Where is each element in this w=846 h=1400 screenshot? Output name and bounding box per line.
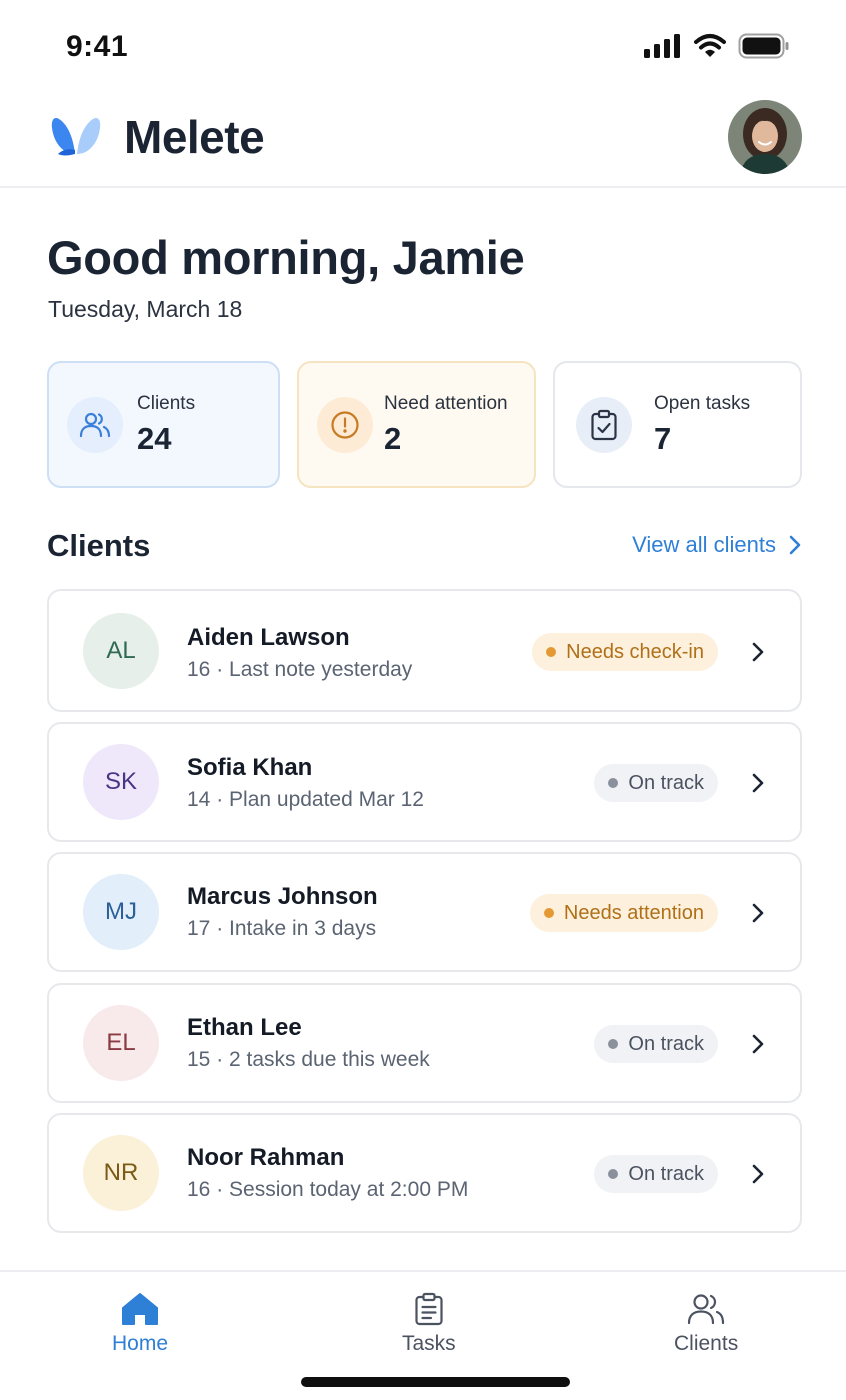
users-icon: [79, 412, 111, 438]
status-label: Needs attention: [563, 901, 704, 924]
clipboard-icon: [415, 1292, 443, 1326]
stat-value: 7: [654, 421, 672, 456]
date-label: Tuesday, March 18: [48, 296, 243, 322]
stat-label: Clients: [137, 393, 196, 414]
client-card[interactable]: MJ Marcus Johnson 17 · Intake in 3 days …: [47, 852, 802, 972]
status-badge: On track: [594, 1025, 718, 1063]
stat-card-need-attention[interactable]: Need attention 2: [297, 361, 536, 488]
stat-card-open-tasks[interactable]: Open tasks 7: [553, 361, 802, 488]
stat-label: Need attention: [384, 393, 508, 414]
view-all-label: View all clients: [632, 532, 776, 557]
client-name: Sofia Khan: [187, 754, 313, 781]
status-label: On track: [628, 1032, 704, 1055]
status-badge: On track: [594, 1155, 718, 1193]
stat-card-clients[interactable]: Clients 24: [47, 361, 280, 488]
status-bar: 9:41: [0, 0, 846, 92]
chevron-right-icon: [752, 1164, 764, 1184]
status-label: On track: [628, 1162, 704, 1185]
status-dot: [543, 908, 554, 918]
stat-icon-wrap: [576, 397, 632, 453]
chevron-right-icon: [752, 903, 764, 923]
status-badge: Needs check-in: [532, 633, 718, 671]
section-title: Clients: [47, 528, 151, 563]
page-title: Good morning, Jamie: [47, 231, 525, 284]
status-label: Needs check-in: [566, 640, 704, 663]
nav-item-tasks[interactable]: Tasks: [402, 1292, 456, 1356]
client-name: Aiden Lawson: [187, 624, 350, 651]
client-meta: 17 · Intake in 3 days: [187, 917, 377, 940]
client-card[interactable]: EL Ethan Lee 15 · 2 tasks due this week …: [47, 983, 802, 1103]
status-icons: [644, 33, 790, 59]
status-badge: On track: [594, 764, 718, 802]
client-initials-avatar: MJ: [83, 874, 159, 950]
client-meta: 16 · Session today at 2:00 PM: [187, 1178, 469, 1201]
home-icon: [122, 1293, 159, 1325]
stat-label: Open tasks: [654, 393, 751, 414]
chevron-right-icon: [789, 535, 801, 555]
chevron-right-icon: [752, 1034, 764, 1054]
app-title: Melete: [124, 111, 265, 163]
battery-icon: [738, 33, 789, 59]
client-name: Marcus Johnson: [187, 883, 378, 910]
status-time: 9:41: [66, 30, 129, 63]
client-initials-avatar: SK: [83, 744, 159, 820]
stat-icon-wrap: [317, 397, 373, 453]
cellular-signal-icon: [644, 34, 680, 58]
nav-label: Home: [112, 1332, 169, 1355]
client-card[interactable]: AL Aiden Lawson 16 · Last note yesterday…: [47, 589, 802, 712]
home-indicator: [301, 1377, 570, 1387]
wifi-icon: [694, 34, 726, 57]
butterfly-logo-icon: [51, 118, 101, 156]
client-name: Noor Rahman: [187, 1144, 345, 1171]
stat-value: 24: [137, 421, 172, 456]
avatar[interactable]: [728, 100, 802, 174]
nav-item-clients[interactable]: Clients: [674, 1292, 738, 1356]
nav-label: Clients: [674, 1332, 739, 1355]
status-label: On track: [628, 771, 704, 794]
client-initials-avatar: NR: [83, 1135, 159, 1211]
alert-circle-icon: [331, 411, 359, 439]
app-header: Melete: [0, 92, 846, 188]
client-initials-avatar: AL: [83, 613, 159, 689]
client-initials-avatar: EL: [83, 1005, 159, 1081]
client-meta: 16 · Last note yesterday: [187, 658, 413, 681]
status-dot: [608, 1039, 619, 1049]
nav-item-home[interactable]: Home: [112, 1292, 168, 1356]
users-icon: [687, 1294, 725, 1325]
nav-label: Tasks: [402, 1332, 456, 1355]
status-dot: [546, 647, 557, 657]
user-photo-icon: [728, 100, 802, 174]
clipboard-check-icon: [591, 409, 617, 441]
status-dot: [608, 1169, 619, 1179]
chevron-right-icon: [752, 773, 764, 793]
client-meta: 15 · 2 tasks due this week: [187, 1048, 430, 1071]
client-card[interactable]: SK Sofia Khan 14 · Plan updated Mar 12 O…: [47, 722, 802, 842]
client-card[interactable]: NR Noor Rahman 16 · Session today at 2:0…: [47, 1113, 802, 1233]
status-badge: Needs attention: [529, 894, 718, 932]
stat-value: 2: [384, 421, 402, 456]
client-name: Ethan Lee: [187, 1014, 302, 1041]
chevron-right-icon: [752, 642, 764, 662]
stat-icon-wrap: [67, 397, 123, 453]
client-meta: 14 · Plan updated Mar 12: [187, 788, 424, 811]
status-dot: [608, 778, 619, 788]
view-all-clients-link[interactable]: View all clients: [632, 532, 802, 558]
